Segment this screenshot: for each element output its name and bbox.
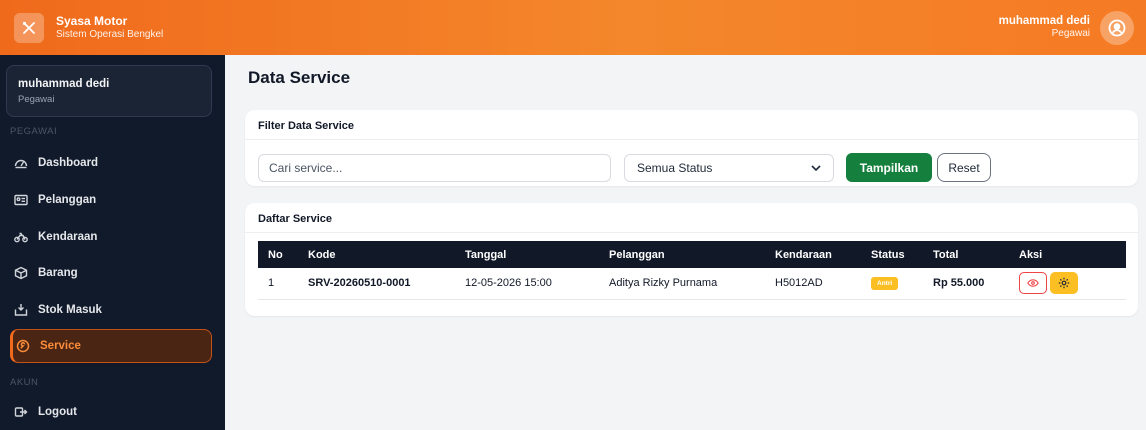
sidebar-user-name: muhammad dedi — [18, 78, 110, 90]
cell-tanggal: 12-05-2026 15:00 — [455, 268, 599, 300]
column-header: Total — [933, 248, 959, 261]
sidebar-item-barang[interactable]: Barang — [10, 256, 212, 290]
sidebar-item-kendaraan[interactable]: Kendaraan — [10, 220, 212, 254]
column-header: Status — [871, 248, 905, 261]
table-row: 1 SRV-20260510-0001 12-05-2026 15:00 Adi… — [258, 268, 1126, 300]
service-table: No Kode Tanggal Pelanggan Kendaraan Stat… — [258, 241, 1126, 300]
motorcycle-icon — [14, 230, 28, 244]
status-badge: Antri — [871, 277, 899, 291]
cell-pelanggan: Aditya Rizky Purnama — [599, 268, 765, 300]
list-card-title: Daftar Service — [245, 203, 1138, 233]
status-select[interactable]: Semua Status — [624, 154, 834, 182]
show-button[interactable]: Tampilkan — [846, 153, 932, 182]
column-header: Aksi — [1019, 248, 1043, 261]
column-header: Pelanggan — [609, 248, 665, 261]
cell-total: Rp 55.000 — [923, 268, 1009, 300]
table-header-row: No Kode Tanggal Pelanggan Kendaraan Stat… — [258, 241, 1126, 268]
user-avatar-icon[interactable] — [1100, 10, 1134, 45]
logout-icon — [14, 405, 28, 419]
column-header: Tanggal — [465, 248, 507, 261]
cell-kendaraan: H5012AD — [765, 268, 861, 300]
dashboard-icon — [14, 156, 28, 170]
column-header: Kendaraan — [775, 248, 832, 261]
filter-card: Filter Data Service Semua Status Tampilk… — [245, 110, 1138, 186]
process-button[interactable] — [1050, 272, 1078, 295]
cell-kode: SRV-20260510-0001 — [298, 268, 455, 300]
sidebar-item-service[interactable]: Service — [10, 329, 212, 363]
sidebar-item-label: Pelanggan — [38, 194, 97, 206]
tools-logo-icon — [14, 12, 44, 43]
column-header: No — [268, 248, 283, 261]
service-icon — [16, 339, 30, 353]
page-title: Data Service — [248, 68, 351, 87]
eye-icon — [1027, 279, 1039, 288]
section-label-akun: AKUN — [10, 377, 39, 388]
box-icon — [14, 266, 28, 280]
sidebar-item-label: Service — [40, 340, 81, 352]
top-header: Syasa Motor Sistem Operasi Bengkel muham… — [0, 0, 1146, 55]
header-user-name: muhammad dedi — [998, 15, 1090, 28]
status-select-value: Semua Status — [637, 161, 713, 175]
sidebar-user-role: Pegawai — [18, 94, 55, 105]
sidebar-item-dashboard[interactable]: Dashboard — [10, 146, 212, 180]
cell-aksi — [1009, 268, 1126, 300]
chevron-down-icon — [811, 161, 821, 175]
filter-card-title: Filter Data Service — [245, 110, 1138, 140]
header-user: muhammad dedi Pegawai — [999, 14, 1090, 41]
search-input[interactable] — [258, 154, 611, 182]
sidebar-item-label: Stok Masuk — [38, 304, 102, 316]
sidebar-item-label: Barang — [38, 267, 78, 279]
brand: Syasa Motor Sistem Operasi Bengkel — [56, 13, 164, 40]
sidebar-item-label: Dashboard — [38, 157, 99, 169]
gear-icon — [1058, 278, 1070, 289]
column-header: Kode — [308, 248, 336, 261]
service-list-card: Daftar Service No Kode Tanggal Pelanggan… — [245, 203, 1138, 316]
view-button[interactable] — [1019, 272, 1047, 295]
sidebar: muhammad dedi Pegawai PEGAWAI Dashboard … — [0, 55, 225, 430]
header-user-role: Pegawai — [1051, 28, 1090, 40]
inbox-icon — [14, 303, 28, 317]
id-card-icon — [14, 193, 28, 207]
section-label-pegawai: PEGAWAI — [10, 126, 58, 137]
sidebar-item-logout[interactable]: Logout — [10, 395, 212, 429]
app-subtitle: Sistem Operasi Bengkel — [56, 28, 164, 40]
sidebar-user-card: muhammad dedi Pegawai — [6, 65, 212, 117]
sidebar-item-label: Kendaraan — [38, 231, 98, 243]
reset-button[interactable]: Reset — [937, 153, 991, 182]
sidebar-item-label: Logout — [38, 406, 77, 418]
sidebar-item-stok-masuk[interactable]: Stok Masuk — [10, 293, 212, 327]
cell-no: 1 — [258, 268, 298, 300]
app-name: Syasa Motor — [56, 13, 128, 28]
cell-status: Antri — [861, 268, 923, 300]
sidebar-item-pelanggan[interactable]: Pelanggan — [10, 183, 212, 217]
